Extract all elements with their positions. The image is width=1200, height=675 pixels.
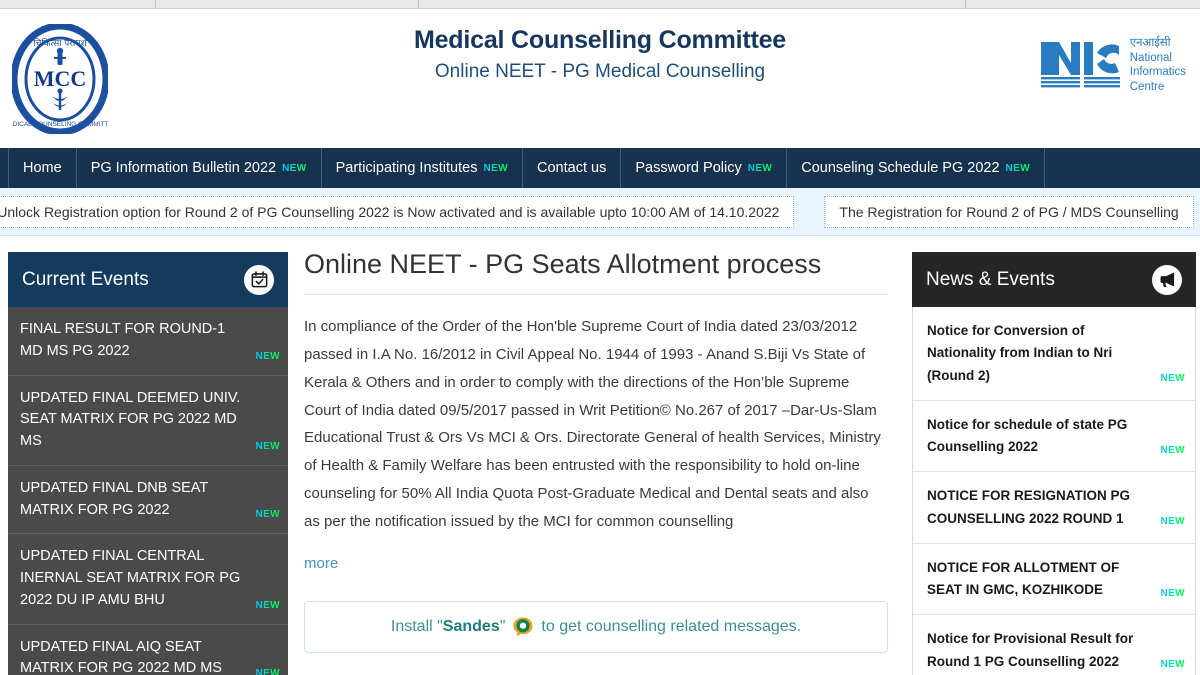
current-events-item[interactable]: UPDATED FINAL CENTRAL INERNAL SEAT MATRI… xyxy=(8,534,288,625)
news-events-item[interactable]: NOTICE FOR RESIGNATION PG COUNSELLING 20… xyxy=(913,472,1195,544)
current-events-title: Current Events xyxy=(22,268,149,290)
new-badge: NEW xyxy=(282,162,307,174)
nav-item-pg-information-bulletin-2022[interactable]: PG Information Bulletin 2022 NEW xyxy=(77,148,322,188)
nic-mark-icon xyxy=(1040,42,1120,88)
new-badge: NEW xyxy=(255,509,280,521)
new-badge: NEW xyxy=(255,599,280,611)
more-link[interactable]: more xyxy=(304,555,338,572)
news-events-item[interactable]: Notice for Conversion of Nationality fro… xyxy=(913,307,1195,401)
current-events-item[interactable]: UPDATED FINAL DEEMED UNIV. SEAT MATRIX F… xyxy=(8,376,288,466)
ticker-item[interactable]: The Registration for Round 2 of PG / MDS… xyxy=(824,195,1194,228)
nav-item-home[interactable]: Home xyxy=(8,148,77,188)
new-badge: NEW xyxy=(1160,371,1185,388)
article-body: In compliance of the Order of the Hon'bl… xyxy=(304,318,881,530)
main-column: Online NEET - PG Seats Allotment process… xyxy=(296,248,904,675)
sandes-brand: Sandes xyxy=(442,618,500,636)
nic-hindi-label: एनआईसी xyxy=(1129,37,1171,49)
sandes-suffix: " xyxy=(499,618,506,636)
chrome-seam xyxy=(418,0,419,9)
nav-item-password-policy[interactable]: Password Policy NEW xyxy=(621,148,788,188)
new-badge: NEW xyxy=(255,440,280,452)
nav-left-spacer xyxy=(0,148,8,188)
nav-item-label: Counseling Schedule PG 2022 xyxy=(801,160,1000,176)
current-events-item[interactable]: UPDATED FINAL AIQ SEAT MATRIX FOR PG 202… xyxy=(8,625,288,675)
page-title: Medical Counselling Committee xyxy=(413,26,787,54)
new-badge: NEW xyxy=(1160,514,1185,531)
nav-item-label: Home xyxy=(23,160,62,176)
article-title: Online NEET - PG Seats Allotment process xyxy=(304,249,822,279)
title-divider xyxy=(304,294,888,296)
nic-line-2: Informatics xyxy=(1129,66,1186,79)
nic-wordmark: एनआईसी National Informatics Centre xyxy=(1130,36,1186,95)
nav-item-contact-us[interactable]: Contact us xyxy=(523,148,622,188)
current-events-item-label: UPDATED FINAL DNB SEAT MATRIX FOR PG 202… xyxy=(20,479,208,518)
nic-logo: एनआईसी National Informatics Centre xyxy=(1040,36,1186,95)
news-events-item-label: Notice for Conversion of Nationality fro… xyxy=(927,323,1113,383)
browser-chrome-strip xyxy=(0,0,1200,9)
sandes-install-text: Install "Sandes" xyxy=(391,618,506,636)
nav-item-label: Contact us xyxy=(537,160,607,176)
current-events-item-label: UPDATED FINAL AIQ SEAT MATRIX FOR PG 202… xyxy=(20,638,222,675)
sandes-install-banner[interactable]: Install "Sandes" to get counselling rela… xyxy=(304,601,888,654)
right-column: News & Events Notice for Conversion of N… xyxy=(904,248,1200,675)
current-events-item-label: FINAL RESULT FOR ROUND-1 MD MS PG 2022 xyxy=(20,321,226,359)
current-events-item-label: UPDATED FINAL DEEMED UNIV. SEAT MATRIX F… xyxy=(20,389,241,450)
new-badge: NEW xyxy=(1160,586,1185,603)
chrome-seam xyxy=(155,0,156,9)
chrome-seam xyxy=(965,0,966,9)
new-badge: NEW xyxy=(255,350,280,362)
news-events-list: Notice for Conversion of Nationality fro… xyxy=(912,307,1196,675)
sandes-chat-icon xyxy=(513,617,533,637)
svg-text:MEDICAL COUNSELING COMMITTEE: MEDICAL COUNSELING COMMITTEE xyxy=(12,121,108,128)
nav-item-label: PG Information Bulletin 2022 xyxy=(90,160,277,176)
current-events-item[interactable]: FINAL RESULT FOR ROUND-1 MD MS PG 2022 NE… xyxy=(8,307,288,376)
new-badge: NEW xyxy=(255,666,280,675)
nic-line-3: Centre xyxy=(1129,81,1165,94)
current-events-item[interactable]: UPDATED FINAL DNB SEAT MATRIX FOR PG 202… xyxy=(8,466,288,535)
news-events-item-label: Notice for Provisional Result for Round … xyxy=(927,631,1134,669)
content-area: Current Events FINAL RESULT FOR ROUND-1 … xyxy=(0,248,1200,675)
ticker-items-container: The Reset / Unlock Registration option f… xyxy=(0,195,1200,228)
news-events-header: News & Events xyxy=(912,252,1196,307)
news-events-item-label: NOTICE FOR RESIGNATION PG COUNSELLING 20… xyxy=(927,488,1131,526)
svg-text:चिकित्सा परामर्श: चिकित्सा परामर्श xyxy=(33,37,87,48)
nav-item-label: Password Policy xyxy=(635,160,742,176)
news-events-item-label: Notice for schedule of state PG Counsell… xyxy=(927,416,1128,455)
calendar-check-icon xyxy=(244,264,274,295)
ticker-item[interactable]: The Reset / Unlock Registration option f… xyxy=(0,195,795,228)
news-events-item[interactable]: Notice for schedule of state PG Counsell… xyxy=(913,401,1195,473)
page-root: चिकित्सा परामर्श MEDICAL COUNSELING COMM… xyxy=(0,0,1200,675)
nav-item-participating-institutes[interactable]: Participating Institutes NEW xyxy=(322,148,523,188)
news-events-item[interactable]: NOTICE FOR ALLOTMENT OF SEAT IN GMC, KOZ… xyxy=(913,544,1195,616)
new-badge: NEW xyxy=(1160,657,1185,674)
new-badge: NEW xyxy=(1005,162,1031,174)
page-subtitle: Online NEET - PG Medical Counselling xyxy=(434,61,766,82)
nav-item-label: Participating Institutes xyxy=(335,160,478,176)
news-events-item-label: NOTICE FOR ALLOTMENT OF SEAT IN GMC, KOZ… xyxy=(927,559,1120,598)
news-ticker: The Reset / Unlock Registration option f… xyxy=(0,188,1200,236)
mcc-logo-icon: चिकित्सा परामर्श MEDICAL COUNSELING COMM… xyxy=(12,24,108,134)
news-events-title: News & Events xyxy=(926,268,1055,290)
sandes-prefix: Install " xyxy=(390,618,443,636)
header-title-block: Medical Counselling Committee Online NEE… xyxy=(300,25,900,84)
nav-items-container: Home PG Information Bulletin 2022 NEW Parti… xyxy=(8,148,1046,188)
nav-item-counseling-schedule-pg-2022[interactable]: Counseling Schedule PG 2022 NEW xyxy=(787,148,1046,188)
new-badge: NEW xyxy=(483,162,508,174)
news-events-item[interactable]: Notice for Provisional Result for Round … xyxy=(913,615,1195,675)
current-events-item-label: UPDATED FINAL CENTRAL INERNAL SEAT MATRI… xyxy=(20,548,241,608)
current-events-header: Current Events xyxy=(8,252,288,307)
main-navigation: Home PG Information Bulletin 2022 NEW Parti… xyxy=(0,148,1200,188)
nic-line-1: National xyxy=(1129,51,1172,64)
current-events-panel: Current Events FINAL RESULT FOR ROUND-1 … xyxy=(8,252,288,675)
current-events-list: FINAL RESULT FOR ROUND-1 MD MS PG 2022 NE… xyxy=(8,307,288,675)
sandes-tail-text: to get counselling related messages. xyxy=(541,618,802,636)
svg-text:MCC: MCC xyxy=(34,66,87,91)
new-badge: NEW xyxy=(1160,443,1185,460)
megaphone-icon xyxy=(1152,264,1182,295)
site-header: चिकित्सा परामर्श MEDICAL COUNSELING COMM… xyxy=(0,10,1200,148)
left-column: Current Events FINAL RESULT FOR ROUND-1 … xyxy=(0,248,296,675)
new-badge: NEW xyxy=(747,162,773,174)
news-events-panel: News & Events Notice for Conversion of N… xyxy=(912,252,1196,675)
